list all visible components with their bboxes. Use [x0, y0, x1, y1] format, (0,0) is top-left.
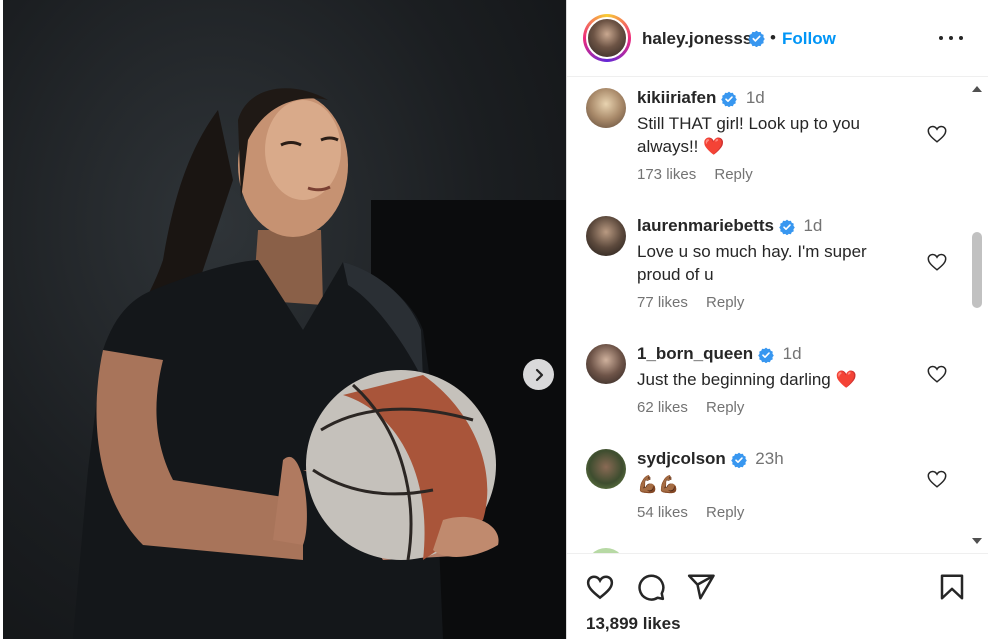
separator-dot: •	[770, 28, 776, 47]
post-photo	[0, 0, 566, 639]
heart-icon[interactable]	[926, 251, 948, 273]
comment-text: Love u so much hay. I'm super proud of u	[637, 242, 867, 284]
scroll-up-icon[interactable]	[971, 84, 983, 94]
commenter-avatar[interactable]	[586, 449, 626, 489]
verified-badge-icon	[721, 91, 737, 107]
author-avatar[interactable]	[583, 14, 631, 62]
post-header: haley.jonesss • Follow	[567, 0, 988, 77]
heart-icon[interactable]	[926, 123, 948, 145]
commenter-avatar[interactable]	[586, 344, 626, 384]
comment-text: 💪🏾💪🏾	[637, 475, 680, 494]
heart-icon[interactable]	[926, 363, 948, 385]
comment-time: 1d	[782, 344, 802, 363]
reply-button[interactable]: Reply	[706, 399, 744, 416]
comment-icon[interactable]	[636, 572, 666, 602]
comment-text: Still THAT girl! Look up to you always!!…	[637, 114, 860, 156]
commenter-avatar[interactable]	[586, 88, 626, 128]
author-username[interactable]: haley.jonesss	[642, 29, 752, 49]
reply-button[interactable]: Reply	[714, 166, 752, 183]
verified-badge-icon	[730, 452, 747, 468]
commenter-username[interactable]: sydjcolson	[637, 449, 726, 468]
commenter-avatar[interactable]	[586, 216, 626, 256]
commenter-username[interactable]: kikiiriafen	[637, 88, 716, 107]
heart-icon[interactable]	[926, 468, 948, 490]
comment-likes[interactable]: 62 likes	[637, 399, 688, 416]
comment-meta: 77 likes Reply	[637, 294, 744, 311]
commenter-username[interactable]: laurenmariebetts	[637, 216, 774, 235]
next-image-button[interactable]	[523, 359, 554, 390]
scrollbar-thumb[interactable]	[972, 232, 982, 308]
bookmark-icon[interactable]	[937, 572, 967, 602]
commenter-username[interactable]: 1_born_queen	[637, 344, 753, 363]
comment-likes[interactable]: 173 likes	[637, 166, 696, 183]
comments-list: kikiiriafen 1d Still THAT girl! Look up …	[567, 78, 988, 553]
post-side-panel: haley.jonesss • Follow kikiiriafen 1d St…	[566, 0, 988, 639]
follow-button[interactable]: Follow	[782, 29, 836, 49]
reply-button[interactable]: Reply	[706, 504, 744, 521]
comment-meta: 62 likes Reply	[637, 399, 744, 416]
comment-text: Just the beginning darling ❤️	[637, 370, 857, 389]
verified-badge-icon	[748, 30, 765, 47]
post-actions-bar: 13,899 likes	[567, 553, 988, 639]
post-likes-count[interactable]: 13,899 likes	[586, 614, 681, 634]
share-icon[interactable]	[686, 572, 716, 602]
comment-likes[interactable]: 54 likes	[637, 504, 688, 521]
player-photo-illustration	[73, 88, 499, 639]
comment-time: 1d	[803, 216, 823, 235]
verified-badge-icon	[778, 219, 795, 235]
comment-meta: 173 likes Reply	[637, 166, 753, 183]
comment-time: 23h	[755, 449, 784, 468]
comment-likes[interactable]: 77 likes	[637, 294, 688, 311]
chevron-right-icon	[535, 368, 543, 381]
comment-time: 1d	[745, 88, 765, 107]
verified-badge-icon	[758, 347, 774, 363]
heart-icon[interactable]	[585, 572, 615, 602]
more-options-icon[interactable]	[939, 28, 963, 48]
reply-button[interactable]: Reply	[706, 294, 744, 311]
comment-meta: 54 likes Reply	[637, 504, 744, 521]
scroll-down-icon[interactable]	[971, 536, 983, 546]
